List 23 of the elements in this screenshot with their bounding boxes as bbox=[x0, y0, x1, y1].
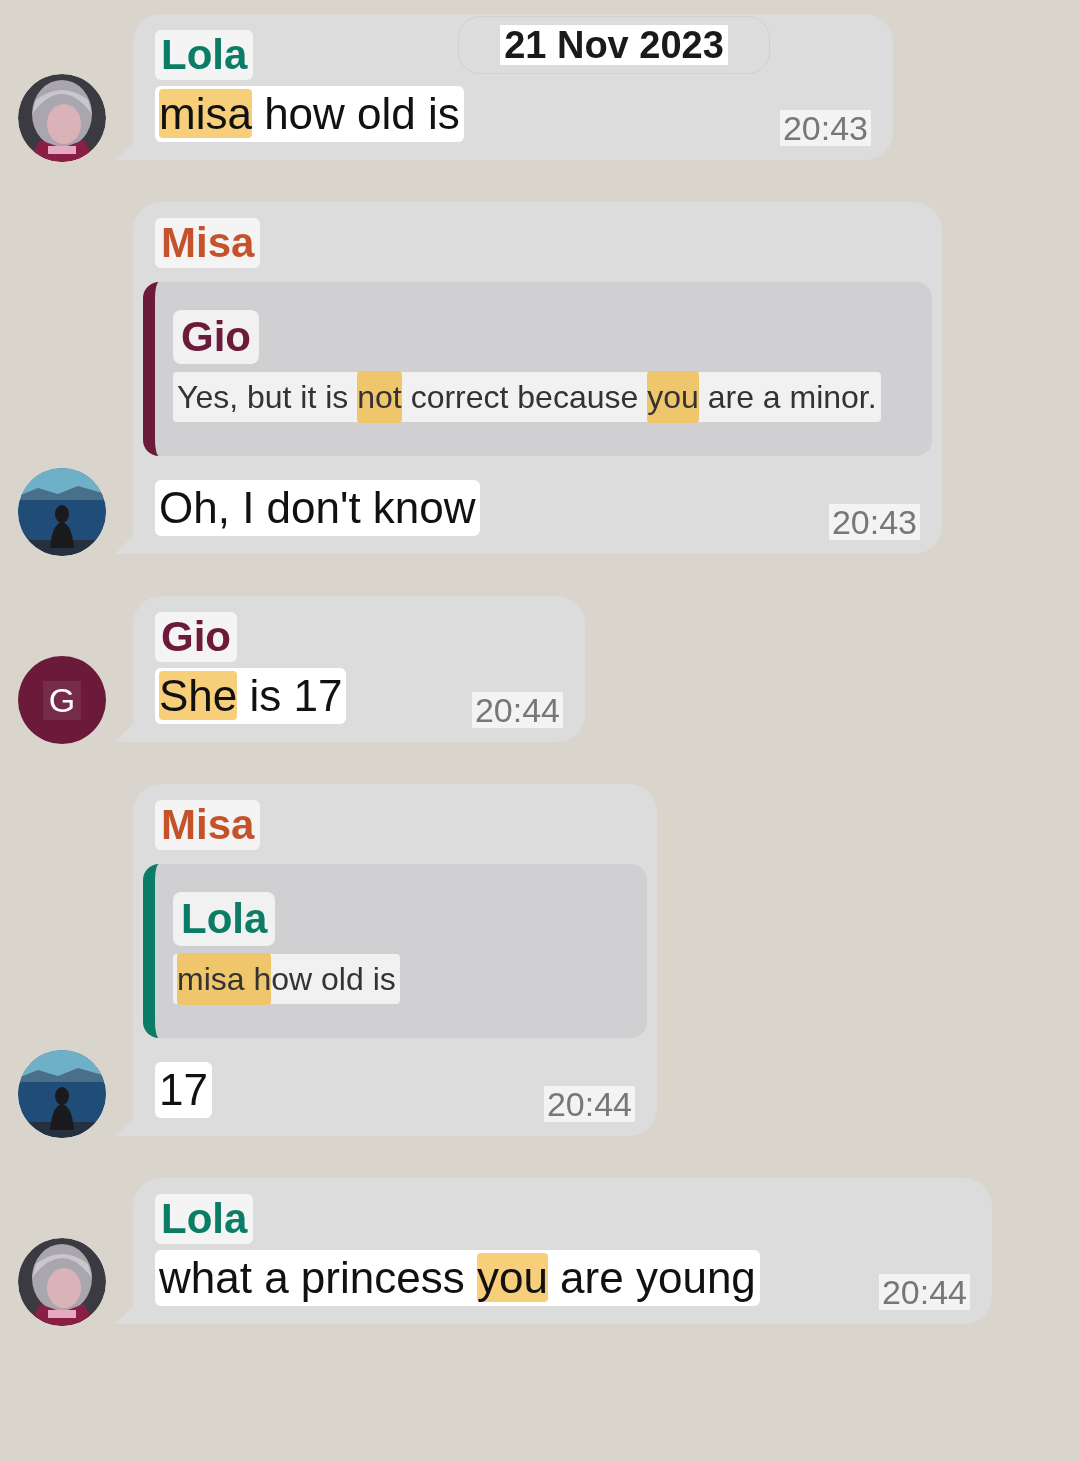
message-text: Oh, I don't know bbox=[155, 480, 480, 536]
sender-name: Misa bbox=[155, 800, 261, 850]
message-time: 20:44 bbox=[471, 692, 563, 728]
sender-name: Lola bbox=[155, 1194, 254, 1244]
message-time: 20:43 bbox=[779, 110, 871, 146]
message-text: 17 bbox=[155, 1062, 212, 1118]
avatar[interactable]: G bbox=[18, 656, 106, 744]
quoted-sender: Gio bbox=[173, 310, 259, 364]
quoted-message[interactable]: Gio Yes, but it is not correct because you are a minor. bbox=[143, 282, 932, 456]
message-text: what a princess you are young bbox=[155, 1250, 760, 1306]
message-text: misa how old is bbox=[155, 86, 464, 142]
message-time: 20:44 bbox=[878, 1274, 970, 1310]
quoted-text: Yes, but it is not correct because you are a minor. bbox=[173, 372, 881, 422]
message-time: 20:44 bbox=[543, 1086, 635, 1122]
sender-name: Misa bbox=[155, 218, 261, 268]
message-text: She is 17 bbox=[155, 668, 347, 724]
quoted-text: misa how old is bbox=[173, 954, 400, 1004]
sender-name: Lola bbox=[155, 30, 254, 80]
date-badge: 21 Nov 2023 bbox=[458, 16, 770, 74]
sender-name: Gio bbox=[155, 612, 237, 662]
message-time: 20:43 bbox=[828, 504, 920, 540]
quoted-sender: Lola bbox=[173, 892, 276, 946]
quoted-message[interactable]: Lola misa how old is bbox=[143, 864, 647, 1038]
